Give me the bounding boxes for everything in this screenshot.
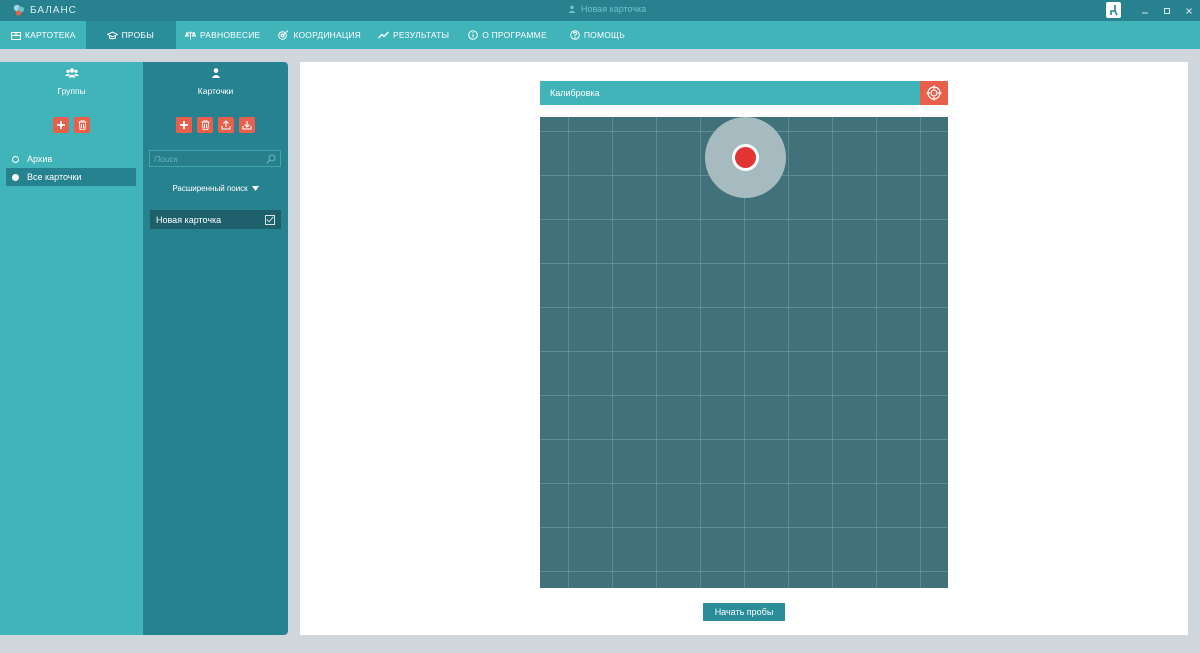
graduation-icon	[106, 30, 118, 39]
export-card-button[interactable]	[218, 117, 234, 133]
calibration-title: Калибровка	[550, 88, 600, 98]
group-label: Все карточки	[27, 172, 82, 182]
groups-title: Группы	[57, 86, 86, 96]
groups-header: Группы	[0, 68, 143, 96]
close-button[interactable]	[1178, 0, 1200, 21]
cards-header: Карточки	[143, 68, 288, 96]
radio-checked-icon	[12, 173, 19, 181]
search-icon[interactable]	[266, 154, 276, 164]
cards-toolbar	[143, 117, 288, 133]
add-group-button[interactable]	[53, 117, 69, 133]
menu-label-probes: ПРОБЫ	[121, 30, 154, 40]
crosshair-icon	[926, 85, 942, 101]
group-item-archive[interactable]: Архив	[6, 150, 136, 168]
minimize-icon	[1142, 12, 1148, 13]
group-item-all-cards[interactable]: Все карточки	[6, 168, 136, 186]
trash-icon	[201, 120, 209, 130]
cards-panel: Карточки	[143, 62, 288, 635]
cabinet-icon	[11, 31, 21, 40]
import-card-button[interactable]	[239, 117, 255, 133]
download-icon	[242, 121, 252, 130]
info-icon	[468, 30, 479, 40]
group-label: Архив	[27, 154, 53, 164]
card-list-item[interactable]: Новая карточка	[150, 210, 281, 229]
advanced-search-label: Расширенный поиск	[172, 184, 248, 193]
advanced-search-toggle[interactable]: Расширенный поиск	[143, 184, 288, 193]
close-icon	[1186, 7, 1192, 14]
window-title-text: Новая карточка	[581, 4, 647, 14]
calibration-header: Калибровка	[540, 81, 948, 105]
add-card-button[interactable]	[176, 117, 192, 133]
menu-item-help[interactable]: ПОМОЩЬ	[556, 21, 634, 49]
center-of-pressure-marker	[735, 147, 756, 168]
plus-icon	[57, 121, 65, 129]
app-logo: БАЛАНС	[12, 3, 77, 17]
delete-card-button[interactable]	[197, 117, 213, 133]
maximize-button[interactable]	[1156, 0, 1178, 21]
menu-item-about[interactable]: О ПРОГРАММЕ	[458, 21, 556, 49]
users-icon	[64, 68, 79, 78]
menu-label-cabinet: КАРТОТЕКА	[25, 30, 76, 40]
menu-item-probes[interactable]: ПРОБЫ	[85, 21, 176, 49]
menu-item-cabinet[interactable]: КАРТОТЕКА	[0, 21, 86, 49]
checkmark-icon	[266, 216, 274, 223]
groups-panel: Группы Архив Все карточки	[0, 62, 143, 635]
radio-icon	[12, 155, 19, 163]
target-arrow-icon	[278, 30, 289, 40]
main-menu: КАРТОТЕКА ПРОБЫ РАВНОВЕСИЕ КООРДИНАЦИЯ Р…	[0, 21, 1200, 49]
upload-icon	[221, 120, 231, 130]
plus-icon	[180, 121, 188, 129]
user-icon	[568, 5, 576, 13]
user-icon	[211, 68, 220, 78]
caret-down-icon	[251, 186, 259, 191]
menu-item-balance[interactable]: РАВНОВЕСИЕ	[176, 21, 269, 49]
trash-icon	[78, 120, 86, 130]
window-title: Новая карточка	[568, 4, 646, 14]
menu-label-results: РЕЗУЛЬТАТЫ	[392, 30, 450, 40]
stabilogram-grid	[540, 117, 948, 588]
calibrate-button[interactable]	[920, 81, 948, 105]
menu-label-about: О ПРОГРАММЕ	[482, 30, 547, 40]
menu-label-coordination: КООРДИНАЦИЯ	[293, 30, 361, 40]
chair-icon-button[interactable]	[1106, 2, 1121, 18]
chair-icon	[1109, 5, 1118, 16]
delete-group-button[interactable]	[74, 117, 90, 133]
search-field[interactable]	[149, 150, 281, 167]
app-brand: БАЛАНС	[30, 4, 77, 16]
trend-icon	[378, 31, 389, 39]
logo-icon	[13, 4, 24, 16]
card-label: Новая карточка	[156, 214, 222, 225]
title-bar: БАЛАНС Новая карточка	[0, 0, 1200, 21]
menu-label-balance: РАВНОВЕСИЕ	[199, 30, 261, 40]
start-probes-button[interactable]: Начать пробы	[703, 603, 785, 621]
menu-item-results[interactable]: РЕЗУЛЬТАТЫ	[370, 21, 458, 49]
card-checkbox[interactable]	[265, 214, 275, 225]
maximize-icon	[1164, 7, 1170, 14]
menu-label-help: ПОМОЩЬ	[583, 30, 625, 40]
search-input[interactable]	[154, 153, 264, 164]
window-controls	[1134, 0, 1200, 21]
menu-item-coordination[interactable]: КООРДИНАЦИЯ	[269, 21, 370, 49]
help-icon	[570, 30, 580, 40]
scales-icon	[184, 31, 196, 39]
minimize-button[interactable]	[1134, 0, 1156, 21]
cards-title: Карточки	[197, 86, 234, 96]
groups-toolbar	[0, 117, 143, 133]
